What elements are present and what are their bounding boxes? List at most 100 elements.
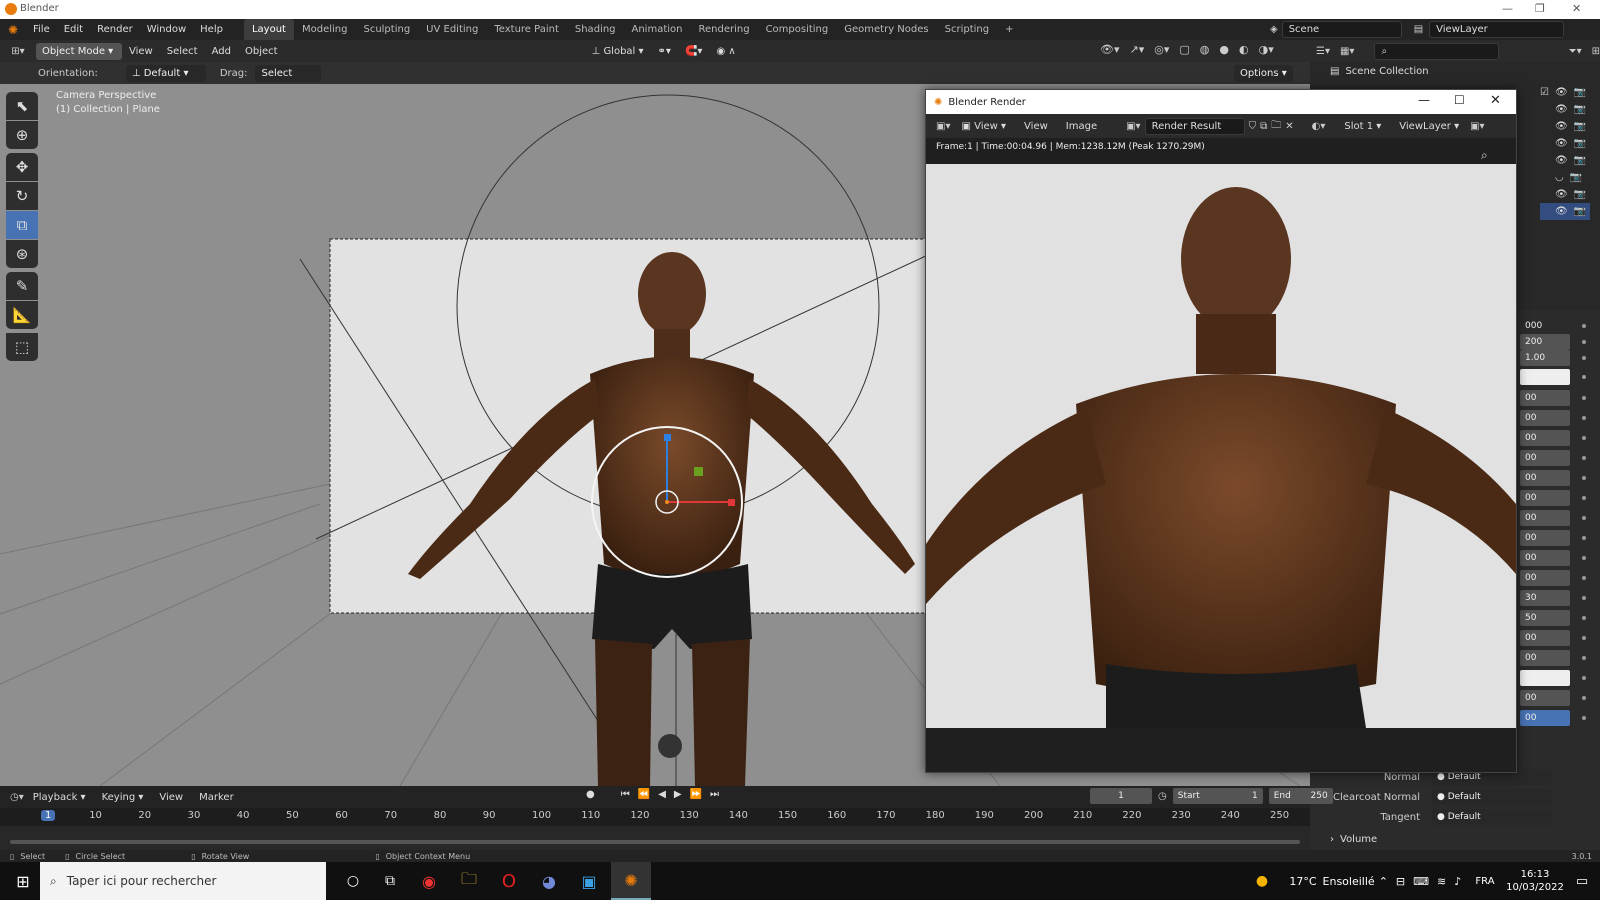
timeline-track[interactable]	[0, 826, 1310, 850]
move-tool-icon[interactable]: ✥	[6, 153, 38, 181]
menu-file[interactable]: File	[26, 19, 57, 40]
add-workspace-button[interactable]: +	[997, 19, 1021, 40]
slot-dropdown[interactable]: Slot 1 ▾	[1337, 121, 1388, 132]
end-frame-field[interactable]: End 250	[1268, 788, 1333, 804]
tab-animation[interactable]: Animation	[624, 19, 691, 40]
taskbar-search[interactable]: ⌕ Taper ici pour rechercher	[40, 862, 326, 900]
network-icon[interactable]: ⊟	[1396, 875, 1405, 888]
eye-icon[interactable]: 👁	[1555, 104, 1568, 115]
current-frame-field[interactable]: 1	[1090, 788, 1152, 804]
property-value[interactable]: 000	[1520, 318, 1570, 334]
start-frame-field[interactable]: Start 1	[1172, 788, 1263, 804]
property-value[interactable]: 00	[1520, 550, 1570, 566]
current-frame-marker[interactable]: 1	[41, 810, 56, 821]
property-value[interactable]: 1.00	[1520, 350, 1570, 366]
blender-taskbar-icon[interactable]: ✺	[611, 862, 651, 900]
snap-icon[interactable]: 🧲▾	[678, 46, 709, 57]
property-value[interactable]: 200	[1520, 334, 1570, 350]
select-tool-icon[interactable]: ⬉	[6, 92, 38, 120]
overlay-icon[interactable]: ◎▾	[1154, 43, 1169, 56]
tab-texture-paint[interactable]: Texture Paint	[486, 19, 567, 40]
property-value[interactable]: 50	[1520, 610, 1570, 626]
property-value[interactable]: 00	[1520, 650, 1570, 666]
color-swatch[interactable]	[1520, 369, 1570, 385]
add-cube-tool-icon[interactable]: ⬚	[6, 333, 38, 361]
tab-rendering[interactable]: Rendering	[690, 19, 757, 40]
options-dropdown[interactable]: Options ▾	[1234, 65, 1293, 82]
play-icon[interactable]: ▶	[674, 789, 682, 800]
keying-menu[interactable]: Keying ▾	[95, 792, 151, 803]
solid-shading-icon[interactable]: ●	[1219, 43, 1229, 56]
property-value[interactable]: 30	[1520, 590, 1570, 606]
camera-icon[interactable]: 📷	[1574, 87, 1586, 98]
volume-icon[interactable]: ♪	[1454, 875, 1461, 888]
scene-collection-label[interactable]: Scene Collection	[1345, 66, 1428, 77]
drag-dropdown[interactable]: Select Circ...	[255, 64, 322, 96]
eye-icon[interactable]: 👁	[1555, 121, 1568, 132]
jump-start-icon[interactable]: ⏮	[621, 789, 630, 800]
record-icon[interactable]: ●	[586, 789, 595, 800]
property-value[interactable]: 00	[1520, 530, 1570, 546]
tab-uv-editing[interactable]: UV Editing	[418, 19, 486, 40]
tab-modeling[interactable]: Modeling	[294, 19, 356, 40]
unlink-image-icon[interactable]: ✕	[1285, 121, 1293, 132]
timeline-editor-icon[interactable]: ◷▾	[10, 792, 24, 803]
material-shading-icon[interactable]: ◐	[1239, 43, 1249, 56]
language-indicator[interactable]: FRA	[1470, 862, 1500, 900]
eye-icon[interactable]: 👁	[1555, 189, 1568, 200]
menu-help[interactable]: Help	[193, 19, 230, 40]
eye-icon[interactable]: 👁	[1555, 87, 1568, 98]
photos-icon[interactable]: ▣	[571, 862, 607, 900]
windows-start-icon[interactable]: ⊞	[8, 862, 38, 900]
cursor-tool-icon[interactable]: ⊕	[6, 121, 38, 149]
duplicate-image-icon[interactable]: ⧉	[1260, 121, 1267, 132]
tangent-value[interactable]: ● Default	[1432, 809, 1552, 825]
tab-compositing[interactable]: Compositing	[758, 19, 837, 40]
camera-icon[interactable]: 📷	[1574, 206, 1586, 217]
image-browse-icon[interactable]: ▣▾	[1126, 121, 1140, 132]
property-value[interactable]: 00	[1520, 470, 1570, 486]
blender-menu-icon[interactable]: ✺	[0, 23, 26, 37]
zoom-icon[interactable]: ⌕	[1481, 148, 1488, 163]
next-keyframe-icon[interactable]: ⏩	[690, 789, 702, 800]
render-result-field[interactable]: Render Result	[1144, 117, 1245, 135]
editor-type-icon[interactable]: ⊞▾	[0, 46, 36, 57]
property-value[interactable]: 00	[1520, 450, 1570, 466]
discord-icon[interactable]: ◕	[531, 862, 567, 900]
wireframe-shading-icon[interactable]: ◍	[1200, 43, 1210, 56]
jump-end-icon[interactable]: ⏭	[710, 789, 719, 800]
eye-icon[interactable]: 👁	[1555, 206, 1568, 217]
camera-icon[interactable]: 📷	[1574, 138, 1586, 149]
display-mode-icon[interactable]: ▦▾	[1340, 46, 1354, 57]
render-close-button[interactable]: ✕	[1490, 93, 1501, 108]
render-view-layer-dropdown[interactable]: ViewLayer ▾	[1392, 121, 1466, 132]
menu-edit[interactable]: Edit	[57, 19, 90, 40]
property-value[interactable]: 00	[1520, 510, 1570, 526]
transform-tool-icon[interactable]: ⊛	[6, 240, 38, 268]
tab-shading[interactable]: Shading	[567, 19, 624, 40]
viewport-menu-add[interactable]: Add	[205, 46, 238, 57]
render-menu-image[interactable]: Image	[1059, 121, 1104, 132]
property-value[interactable]: 00	[1520, 430, 1570, 446]
cortana-icon[interactable]: ○	[335, 862, 371, 900]
property-value[interactable]: 00	[1520, 410, 1570, 426]
camera-icon[interactable]: 📷	[1574, 121, 1586, 132]
color-swatch[interactable]	[1520, 670, 1570, 686]
property-value[interactable]: 00	[1520, 630, 1570, 646]
rendered-shading-icon[interactable]: ◑▾	[1259, 43, 1274, 56]
viewport-menu-object[interactable]: Object	[238, 46, 285, 57]
new-collection-icon[interactable]: ⊞	[1592, 46, 1600, 57]
timeline-view-menu[interactable]: View	[152, 792, 190, 803]
property-value[interactable]: 00	[1520, 490, 1570, 506]
notifications-icon[interactable]: ▭	[1568, 862, 1596, 900]
scene-selector[interactable]: Scene	[1281, 21, 1402, 38]
checkbox-icon[interactable]: ☑	[1540, 87, 1549, 98]
viewport-menu-view[interactable]: View	[122, 46, 160, 57]
eye-icon[interactable]: 👁	[1555, 138, 1568, 149]
visibility-icon[interactable]: 👁▾	[1100, 43, 1120, 56]
property-value[interactable]: 00	[1520, 390, 1570, 406]
tab-scripting[interactable]: Scripting	[937, 19, 997, 40]
file-explorer-icon[interactable]: 🗀	[451, 862, 487, 900]
open-image-icon[interactable]: 🗀	[1271, 118, 1281, 135]
eye-closed-icon[interactable]: ◡	[1555, 172, 1564, 183]
